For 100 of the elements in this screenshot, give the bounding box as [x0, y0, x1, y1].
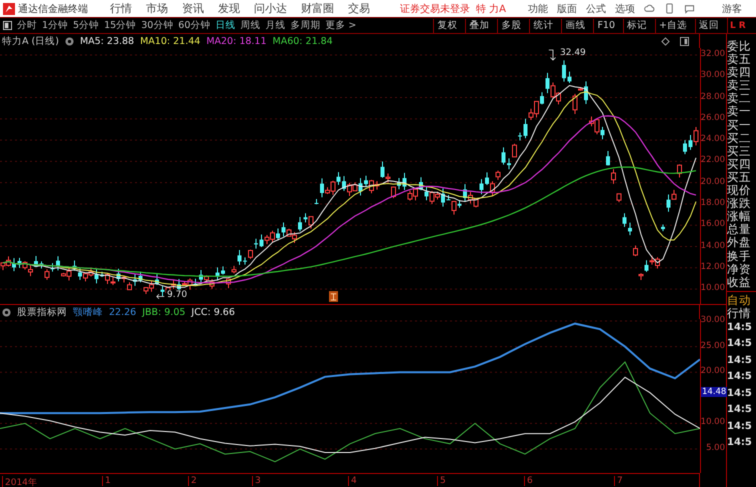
quote-field-label: 换手 — [727, 250, 752, 263]
menu-item[interactable]: 市场 — [146, 1, 168, 16]
diamond-icon[interactable] — [661, 36, 670, 46]
price-axis-label: 14.00 — [700, 240, 725, 251]
period-tab[interactable]: 5分钟 — [73, 19, 100, 32]
quote-field-label: 卖三 — [727, 79, 752, 92]
tool-button[interactable]: F10 — [593, 18, 618, 32]
time-axis-label: 5 — [437, 476, 446, 486]
period-tab[interactable]: 60分钟 — [178, 19, 210, 32]
quote-field-label: 买三 — [727, 144, 752, 158]
indicator-axis-label: 5.00 — [706, 442, 725, 453]
tool-button[interactable]: 复权 — [433, 18, 460, 32]
tool-button[interactable]: 统计 — [529, 18, 556, 32]
price-axis-label: 22.00 — [700, 155, 725, 166]
phone-icon[interactable] — [664, 3, 675, 14]
logo-icon — [3, 2, 15, 14]
quote-field-label: 涨幅 — [727, 210, 752, 224]
time-axis-label: 3 — [252, 476, 261, 486]
tool-button[interactable]: +自选 — [655, 18, 690, 32]
quote-status: 自动 — [727, 294, 752, 307]
quote-status: 行情 — [727, 306, 752, 320]
period-tab[interactable]: 周线 — [240, 19, 260, 32]
quote-field-label: 涨跌 — [727, 197, 752, 210]
time-axis-label: 2014年 — [2, 476, 37, 487]
trade-time: 14:5 — [727, 354, 753, 368]
top-action[interactable]: 公式 — [586, 2, 606, 16]
quote-field-label: 委比 — [727, 40, 752, 54]
period-tab[interactable]: 更多 > — [325, 19, 356, 32]
user-name[interactable]: 游客 — [722, 2, 742, 16]
period-tab[interactable]: 分时 — [17, 19, 37, 32]
top-action[interactable]: 功能 — [528, 2, 548, 16]
quote-field-label: 买四 — [727, 158, 752, 171]
price-axis-label: 16.00 — [700, 219, 725, 230]
price-axis-label: 30.00 — [700, 70, 725, 80]
panel-toggle-icon[interactable] — [3, 21, 12, 30]
menu-item[interactable]: 行情 — [110, 1, 132, 16]
event-marker-icon[interactable] — [329, 291, 338, 302]
period-tab[interactable]: 月线 — [265, 19, 286, 32]
tool-button[interactable]: 多股 — [497, 18, 524, 32]
top-action[interactable]: 选项 — [615, 2, 635, 16]
quote-field-label: 净资 — [727, 262, 752, 276]
arrow-icon — [156, 293, 165, 300]
low-price-label: 9.70 — [166, 290, 188, 300]
price-axis-label: 20.00 — [700, 176, 725, 187]
quote-field-label: 卖五 — [727, 53, 752, 66]
stock-title: 特 力A — [476, 2, 506, 16]
arrow-icon — [548, 48, 558, 62]
corner-label: R — [738, 20, 746, 30]
period-tab[interactable]: 多周期 — [290, 19, 320, 32]
tool-button[interactable]: 画线 — [561, 18, 588, 32]
time-axis-label: 6 — [524, 476, 533, 486]
price-axis-label: 24.00 — [700, 134, 725, 144]
time-axis-label: 4 — [348, 476, 357, 486]
indicator-axis-label: 25.00 — [700, 340, 725, 351]
trade-time: 14:5 — [727, 436, 753, 450]
quote-field-label: 卖四 — [727, 66, 752, 80]
price-axis-label: 12.00 — [700, 262, 725, 272]
high-price-label: 32.49 — [560, 48, 586, 58]
login-status: 证券交易未登录 — [400, 2, 470, 16]
price-axis-label: 32.00 — [700, 49, 725, 59]
tool-button[interactable]: 返回 — [695, 18, 722, 32]
indicator-value: 颚嗜峰 — [73, 306, 103, 318]
price-axis-label: 28.00 — [700, 92, 725, 102]
menu-item[interactable]: 问小达 — [254, 1, 287, 16]
period-tab[interactable]: 30分钟 — [141, 19, 174, 32]
cloud-icon[interactable] — [644, 3, 655, 14]
quote-field-label: 买二 — [727, 132, 752, 145]
trade-time: 14:5 — [727, 370, 753, 384]
time-axis-label: 2 — [188, 476, 197, 486]
top-action[interactable]: 版面 — [557, 2, 577, 16]
period-tab[interactable]: 日线 — [215, 19, 236, 32]
quote-field-label: 买五 — [727, 170, 752, 184]
message-icon[interactable] — [684, 3, 695, 14]
indicator-axis-label: 20.00 — [700, 366, 725, 376]
time-axis-label: 7 — [614, 476, 623, 486]
period-tab[interactable]: 1分钟 — [42, 19, 68, 32]
menu-item[interactable]: 交易 — [348, 1, 370, 16]
indicator-axis-label: 30.00 — [700, 315, 725, 326]
trade-time: 14:5 — [727, 320, 753, 335]
indicator-value: JBB: 9.05 — [142, 306, 186, 318]
trade-time: 14:5 — [727, 403, 753, 418]
indicator-value: 22.26 — [109, 306, 136, 318]
tool-button[interactable]: 叠加 — [465, 18, 492, 32]
quote-field-label: 买一 — [727, 118, 752, 132]
menu-item[interactable]: 财富圈 — [301, 1, 334, 16]
corner-label: L — [730, 20, 736, 30]
ma-value: MA5: 23.88 — [80, 36, 134, 46]
trade-time: 14:5 — [727, 420, 753, 434]
indicator-axis-label: 10.00 — [700, 417, 725, 428]
quote-field-label: 现价 — [727, 184, 752, 198]
chart-title: 特力A (日线) — [2, 34, 59, 48]
ma-value: MA20: 18.11 — [206, 36, 267, 46]
indicator-value: JCC: 9.66 — [191, 306, 235, 318]
panel-toggle-icon[interactable] — [680, 36, 689, 46]
quote-field-label: 收益 — [727, 276, 752, 289]
period-tab[interactable]: 15分钟 — [104, 19, 136, 32]
menu-item[interactable]: 资讯 — [182, 1, 204, 16]
tool-button[interactable]: 标记 — [623, 18, 650, 32]
menu-item[interactable]: 发现 — [218, 1, 240, 16]
quote-field-label: 卖一 — [727, 105, 752, 119]
